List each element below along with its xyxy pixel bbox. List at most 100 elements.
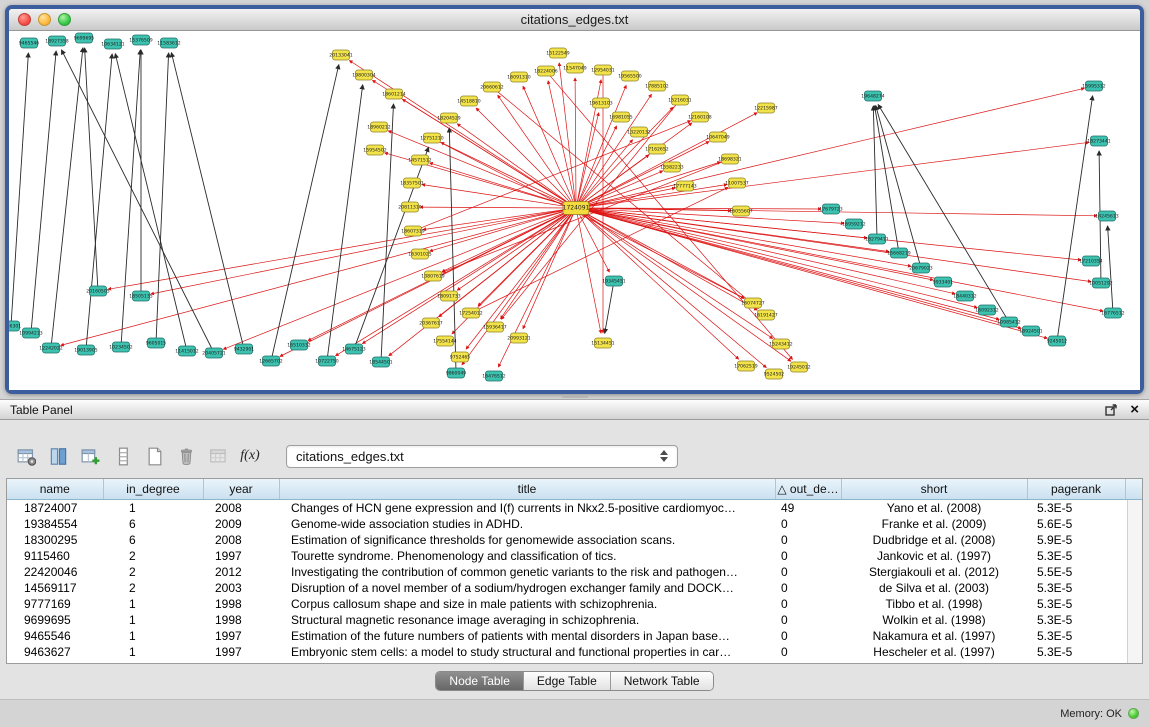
delete-table-button[interactable] xyxy=(172,443,200,469)
table-cell[interactable]: de Silva et al. (2003) xyxy=(841,580,1027,596)
graph-edge[interactable] xyxy=(580,210,744,298)
vertical-scrollbar[interactable] xyxy=(1127,500,1142,663)
graph-node[interactable]: 18357501 xyxy=(400,178,423,188)
graph-node[interactable]: 16055607 xyxy=(729,206,752,216)
column-header-title[interactable]: title xyxy=(279,479,775,499)
divider-grip[interactable] xyxy=(562,395,588,398)
graph-node[interactable]: 17062519 xyxy=(734,361,757,371)
graph-node[interactable]: 15936417 xyxy=(483,322,506,332)
table-cell[interactable]: Corpus callosum shape and size in male p… xyxy=(279,596,775,612)
graph-node[interactable]: 18927358 xyxy=(45,36,68,46)
create-column-button[interactable] xyxy=(76,443,104,469)
graph-edge[interactable] xyxy=(436,140,744,298)
table-cell[interactable]: Disruption of a novel member of a sodium… xyxy=(279,580,775,596)
graph-node[interactable]: 15216031 xyxy=(668,95,691,105)
import-table-button[interactable] xyxy=(204,443,232,469)
graph-node[interactable]: 15134451 xyxy=(591,338,614,348)
table-row[interactable]: 946554611997Estimation of the future num… xyxy=(7,628,1142,644)
graph-edge[interactable] xyxy=(1108,226,1113,308)
graph-node[interactable]: 15376509 xyxy=(129,35,152,45)
table-cell[interactable]: Tourette syndrome. Phenomenology and cla… xyxy=(279,548,775,564)
graph-edge[interactable] xyxy=(156,53,168,338)
graph-node[interactable]: 16510332 xyxy=(287,340,310,350)
graph-node[interactable]: 18440312 xyxy=(953,291,976,301)
graph-edge[interactable] xyxy=(476,108,572,204)
graph-node[interactable]: 14675123 xyxy=(342,344,365,354)
graph-edge[interactable] xyxy=(548,81,575,203)
graph-edge[interactable] xyxy=(501,212,574,319)
table-cell[interactable]: Tibbo et al. (1998) xyxy=(841,596,1027,612)
table-cell[interactable]: 1 xyxy=(103,612,203,628)
graph-node[interactable]: 16301025 xyxy=(408,249,431,259)
graph-node[interactable]: 15243412 xyxy=(769,339,792,349)
graph-node[interactable]: 11415012 xyxy=(175,346,198,356)
graph-edge[interactable] xyxy=(559,63,575,203)
graph-edge[interactable] xyxy=(476,187,729,310)
graph-node[interactable]: 17679723 xyxy=(819,204,842,214)
graph-node[interactable]: 16981055 xyxy=(609,112,632,122)
graph-node[interactable]: 9245012 xyxy=(1047,336,1068,346)
graph-node[interactable]: 11583612 xyxy=(157,38,180,48)
graph-node[interactable]: 20679023 xyxy=(909,263,932,273)
graph-node[interactable]: 15995312 xyxy=(1082,81,1105,91)
graph-node[interactable]: 19013905 xyxy=(74,345,97,355)
close-window-button[interactable] xyxy=(18,13,31,26)
graph-edge[interactable] xyxy=(115,54,186,346)
graph-node[interactable]: 11007537 xyxy=(725,178,748,188)
graph-node[interactable]: 12751210 xyxy=(420,133,443,143)
graph-node[interactable]: 12215987 xyxy=(754,103,777,113)
table-cell[interactable]: 2 xyxy=(103,564,203,580)
graph-node[interactable]: 12160108 xyxy=(688,112,711,122)
close-panel-icon[interactable]: × xyxy=(1130,402,1139,417)
graph-node[interactable]: 15668219 xyxy=(887,248,910,258)
graph-node[interactable]: 10985412 xyxy=(997,317,1020,327)
minimize-window-button[interactable] xyxy=(38,13,51,26)
graph-edge[interactable] xyxy=(349,61,571,206)
graph-edge[interactable] xyxy=(52,48,83,343)
graph-node[interactable]: 12665702 xyxy=(259,356,282,366)
table-cell[interactable]: 18300295 xyxy=(7,532,103,548)
graph-edge[interactable] xyxy=(581,209,977,307)
table-cell[interactable]: 2 xyxy=(103,548,203,564)
column-header-short[interactable]: short xyxy=(841,479,1027,499)
graph-node[interactable]: 13807619 xyxy=(421,271,444,281)
table-cell[interactable]: 1998 xyxy=(203,612,279,628)
graph-edge[interactable] xyxy=(418,121,691,230)
table-cell[interactable]: 2009 xyxy=(203,516,279,532)
table-cell[interactable]: Stergiakouli et al. (2012) xyxy=(841,564,1027,580)
table-cell[interactable]: Structural magnetic resonance image aver… xyxy=(279,612,775,628)
table-cell[interactable]: Dudbridge et al. (2008) xyxy=(841,532,1027,548)
table-cell[interactable]: 5.3E-5 xyxy=(1027,628,1125,644)
graph-node[interactable]: 15954502 xyxy=(363,145,386,155)
table-mode-button[interactable] xyxy=(12,443,40,469)
tab-network-table[interactable]: Network Table xyxy=(611,672,713,690)
table-cell[interactable]: 1997 xyxy=(203,548,279,564)
graph-edge[interactable] xyxy=(356,147,429,344)
float-panel-icon[interactable] xyxy=(1105,404,1118,416)
graph-edge[interactable] xyxy=(875,106,899,248)
graph-edge[interactable] xyxy=(581,209,1048,338)
tab-node-table[interactable]: Node Table xyxy=(436,672,524,690)
table-cell[interactable]: 5.6E-5 xyxy=(1027,516,1125,532)
graph-node[interactable]: 9432901 xyxy=(234,344,255,354)
table-cell[interactable]: Yano et al. (2008) xyxy=(841,499,1027,516)
graph-node[interactable]: 14571512 xyxy=(408,155,431,165)
table-cell[interactable]: 1998 xyxy=(203,596,279,612)
graph-edge[interactable] xyxy=(577,213,601,333)
graph-node[interactable]: 16959212 xyxy=(842,219,865,229)
graph-node[interactable]: 20367617 xyxy=(419,318,442,328)
table-cell[interactable]: 5.5E-5 xyxy=(1027,564,1125,580)
show-columns-button[interactable] xyxy=(44,443,72,469)
graph-node[interactable]: 10234502 xyxy=(109,342,132,352)
graph-node[interactable]: 16776512 xyxy=(1101,308,1124,318)
graph-node[interactable]: 18279411 xyxy=(865,234,888,244)
graph-edge[interactable] xyxy=(466,212,573,349)
table-cell[interactable]: 5.3E-5 xyxy=(1027,644,1125,660)
graph-node[interactable]: 16191427 xyxy=(754,310,777,320)
table-cell[interactable]: 2 xyxy=(103,580,203,596)
graph-node[interactable]: 10647049 xyxy=(706,132,729,142)
graph-node[interactable]: 18273441 xyxy=(1087,136,1110,146)
graph-edge[interactable] xyxy=(580,211,773,339)
graph-edge[interactable] xyxy=(581,209,1091,282)
table-cell[interactable]: 0 xyxy=(775,516,841,532)
